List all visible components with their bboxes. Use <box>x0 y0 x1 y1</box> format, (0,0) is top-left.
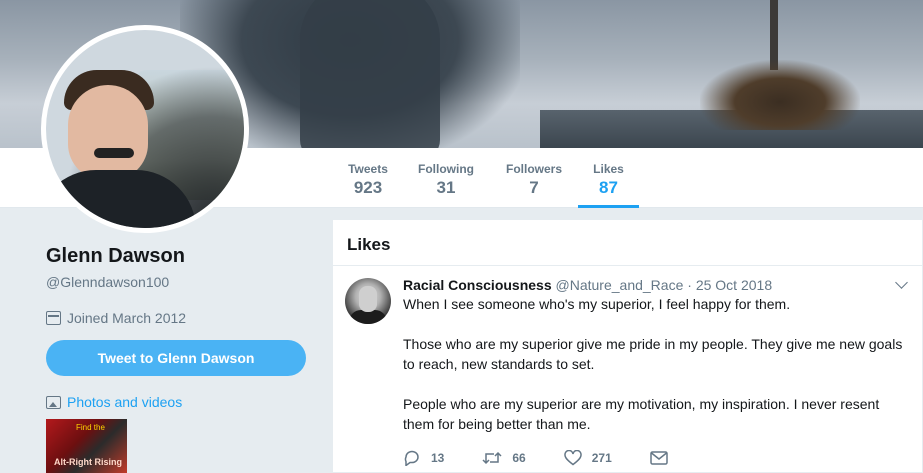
stat-followers-value: 7 <box>529 178 539 197</box>
heart-icon <box>563 450 582 466</box>
tweet-separator: · <box>687 277 692 293</box>
timeline-title: Likes <box>333 220 922 266</box>
profile-card: Glenn Dawson @Glenndawson100 Joined Marc… <box>46 245 316 326</box>
retweet-count: 66 <box>512 451 526 465</box>
stat-following[interactable]: Following 31 <box>417 148 475 208</box>
tweet-author-avatar[interactable] <box>345 278 391 324</box>
reply-icon <box>404 450 419 466</box>
stat-following-label: Following <box>418 162 474 176</box>
retweet-button[interactable]: 66 <box>482 450 526 466</box>
stat-following-value: 31 <box>436 178 456 197</box>
tweet[interactable]: Racial Consciousness @Nature_and_Race · … <box>333 266 922 466</box>
profile-name[interactable]: Glenn Dawson <box>46 245 316 268</box>
reply-count: 13 <box>431 451 445 465</box>
profile-handle[interactable]: @Glenndawson100 <box>46 274 316 290</box>
thumbnail-text-top: Find the <box>76 423 105 432</box>
joined-date: Joined March 2012 <box>46 310 316 326</box>
retweet-icon <box>482 451 502 465</box>
image-icon <box>46 395 61 409</box>
stat-followers-label: Followers <box>505 162 562 176</box>
thumbnail-text-bottom: Alt-Right Rising <box>54 457 122 467</box>
like-button[interactable]: 271 <box>563 450 612 466</box>
photos-videos-link[interactable]: Photos and videos <box>46 394 182 410</box>
stat-tweets[interactable]: Tweets 923 <box>346 148 390 208</box>
stat-likes-label: Likes <box>593 162 624 176</box>
joined-date-text: Joined March 2012 <box>67 310 187 326</box>
active-tab-indicator <box>578 205 639 208</box>
stat-tweets-value: 923 <box>353 178 383 197</box>
tweet-date[interactable]: 25 Oct 2018 <box>696 277 772 293</box>
calendar-icon <box>46 311 61 325</box>
stat-likes[interactable]: Likes 87 <box>578 148 639 208</box>
tweet-header: Racial Consciousness @Nature_and_Race · … <box>403 276 908 294</box>
like-count: 271 <box>591 451 612 465</box>
media-thumbnail[interactable]: Find the Alt-Right Rising <box>46 419 127 473</box>
tweet-author-name[interactable]: Racial Consciousness <box>403 277 552 293</box>
likes-timeline: Likes Racial Consciousness @Nature_and_R… <box>332 219 923 473</box>
stat-tweets-label: Tweets <box>348 162 388 176</box>
tweet-paragraph: Those who are my superior give me pride … <box>403 336 903 372</box>
reply-button[interactable]: 13 <box>403 450 444 466</box>
tweet-author-handle[interactable]: @Nature_and_Race <box>556 277 684 293</box>
tweet-actions: 13 66 271 <box>403 450 908 466</box>
direct-message-button[interactable] <box>650 451 678 465</box>
photos-videos-label: Photos and videos <box>67 394 183 410</box>
stat-likes-value: 87 <box>599 178 618 197</box>
tweet-text: When I see someone who's my superior, I … <box>403 294 908 434</box>
tweet-paragraph: People who are my superior are my motiva… <box>403 396 880 432</box>
tweet-to-button[interactable]: Tweet to Glenn Dawson <box>46 340 306 376</box>
tweet-paragraph: When I see someone who's my superior, I … <box>403 296 791 312</box>
stat-followers[interactable]: Followers 7 <box>504 148 564 208</box>
profile-avatar[interactable] <box>41 25 249 233</box>
message-icon <box>650 451 668 465</box>
